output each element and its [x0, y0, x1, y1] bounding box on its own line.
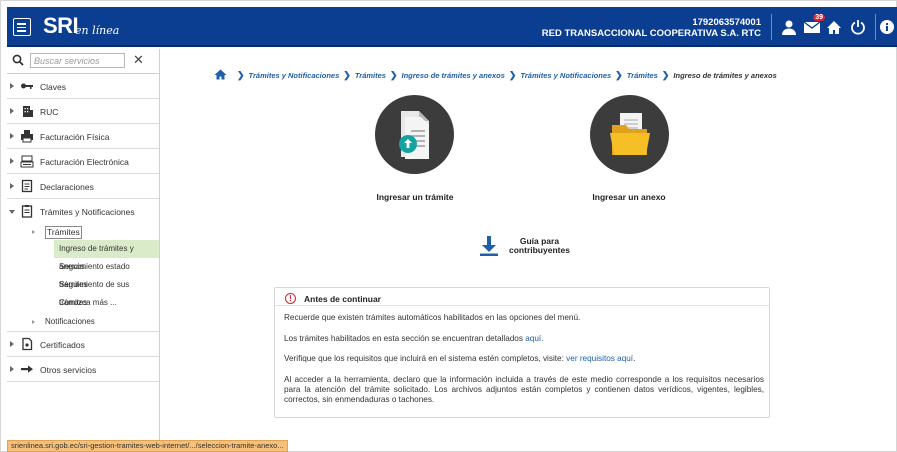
breadcrumb: ❯ Trámites y Notificaciones ❯ Trámites ❯… — [214, 69, 777, 82]
sidebar-item-claves[interactable]: Claves — [7, 74, 159, 99]
breadcrumb-current: Ingreso de trámites y anexos — [673, 71, 777, 80]
header-divider — [771, 14, 772, 40]
breadcrumb-chevron-icon: ❯ — [615, 70, 623, 80]
requisitos-link[interactable]: ver requisitos aquí — [566, 354, 633, 363]
ingresar-anexo-label[interactable]: Ingresar un anexo — [570, 192, 688, 202]
notice-panel: ! Antes de continuar Recuerde que existe… — [274, 287, 770, 418]
sidebar-subitem-tramites[interactable]: Trámites — [7, 224, 159, 240]
menu-icon[interactable] — [13, 18, 31, 36]
sri-logo[interactable]: SRI — [43, 13, 79, 39]
notice-paragraph-2: Los trámites habilitados en esta sección… — [284, 334, 544, 343]
ingresar-tramite-button[interactable] — [375, 95, 454, 174]
mail-icon[interactable]: 39 — [801, 14, 825, 38]
breadcrumb-link[interactable]: Ingreso de trámites y anexos — [402, 71, 505, 80]
breadcrumb-chevron-icon: ❯ — [661, 70, 670, 80]
tramites-detalle-link[interactable]: aquí — [525, 334, 541, 343]
sidebar-item-ruc[interactable]: RUC — [7, 99, 159, 124]
download-icon — [480, 236, 498, 256]
breadcrumb-link[interactable]: Trámites y Notificaciones — [520, 71, 611, 80]
close-icon[interactable]: ✕ — [133, 52, 144, 68]
sidebar-leaf-conozca-mas[interactable]: Conozca más ... — [7, 294, 159, 312]
breadcrumb-chevron-icon: ❯ — [389, 70, 398, 80]
home-icon[interactable] — [214, 69, 227, 82]
certificate-icon — [20, 337, 34, 351]
notice-divider — [275, 305, 769, 306]
user-icon[interactable] — [778, 16, 800, 38]
breadcrumb-chevron-icon: ❯ — [508, 70, 517, 80]
user-company: RED TRANSACCIONAL COOPERATIVA S.A. RTC — [541, 28, 761, 39]
document-icon — [20, 179, 34, 193]
info-icon[interactable] — [879, 16, 895, 38]
sidebar-leaf-seguimiento-estado[interactable]: Seguimiento estado trámites — [7, 258, 159, 289]
warning-icon: ! — [285, 293, 296, 304]
sidebar-item-facturacion-electronica[interactable]: Facturación Electrónica — [7, 149, 159, 174]
sidebar-subitem-notificaciones[interactable]: Notificaciones — [7, 312, 159, 332]
search-icon — [12, 53, 24, 71]
folder-icon — [610, 113, 650, 155]
ingresar-tramite-label[interactable]: Ingresar un trámite — [356, 192, 474, 202]
user-ruc: 1792063574001 — [692, 17, 761, 28]
notice-paragraph-1: Recuerde que existen trámites automático… — [284, 313, 581, 322]
sidebar-item-declaraciones[interactable]: Declaraciones — [7, 174, 159, 199]
building-icon — [20, 104, 34, 118]
sidebar-leaf-seguimiento-sus-tramites[interactable]: Seguimiento de sus trámites — [7, 276, 159, 307]
sidebar-item-certificados[interactable]: Certificados — [7, 332, 159, 357]
printer-icon — [20, 129, 34, 143]
sidebar-search: ✕ — [7, 49, 159, 74]
top-header: SRI en línea 1792063574001 RED TRANSACCI… — [7, 7, 897, 47]
notice-title: Antes de continuar — [304, 293, 381, 304]
sidebar-item-otros-servicios[interactable]: Otros servicios — [7, 357, 159, 382]
status-url: srienlinea.sri.gob.ec/sri-gestion-tramit… — [7, 440, 288, 452]
clipboard-icon — [20, 204, 34, 218]
sidebar-item-tramites-notificaciones[interactable]: Trámites y Notificaciones — [7, 199, 159, 224]
user-identity: 1792063574001 RED TRANSACCIONAL COOPERAT… — [542, 17, 761, 39]
power-icon[interactable] — [847, 16, 869, 38]
breadcrumb-link[interactable]: Trámites — [627, 71, 658, 80]
notice-paragraph-3: Verifique que los requisitos que incluir… — [284, 354, 636, 363]
notice-paragraph-4: Al acceder a la herramienta, declaro que… — [284, 375, 764, 404]
ingresar-anexo-button[interactable] — [590, 95, 669, 174]
sidebar-leaf-ingreso-tramites[interactable]: Ingreso de trámites y anexos — [54, 240, 159, 271]
sri-logo-subtitle: en línea — [75, 24, 120, 37]
home-icon[interactable] — [823, 16, 845, 38]
sidebar: ✕ Claves RUC Facturación Física Facturac… — [7, 49, 160, 440]
breadcrumb-link[interactable]: Trámites — [355, 71, 386, 80]
search-input[interactable] — [30, 53, 125, 68]
guia-contribuyentes-label: Guía para contribuyentes — [509, 236, 570, 255]
guia-contribuyentes-link[interactable]: Guía para contribuyentes — [479, 235, 570, 257]
sidebar-item-facturacion-fisica[interactable]: Facturación Física — [7, 124, 159, 149]
notice-header: ! Antes de continuar — [285, 293, 381, 304]
breadcrumb-link[interactable]: Trámites y Notificaciones — [249, 71, 340, 80]
arrow-icon — [20, 362, 34, 376]
header-divider-2 — [875, 14, 876, 40]
key-icon — [20, 79, 34, 93]
breadcrumb-chevron-icon: ❯ — [343, 70, 351, 80]
breadcrumb-chevron-icon: ❯ — [237, 70, 245, 80]
document-upload-icon — [399, 111, 429, 159]
cash-register-icon — [20, 154, 34, 168]
